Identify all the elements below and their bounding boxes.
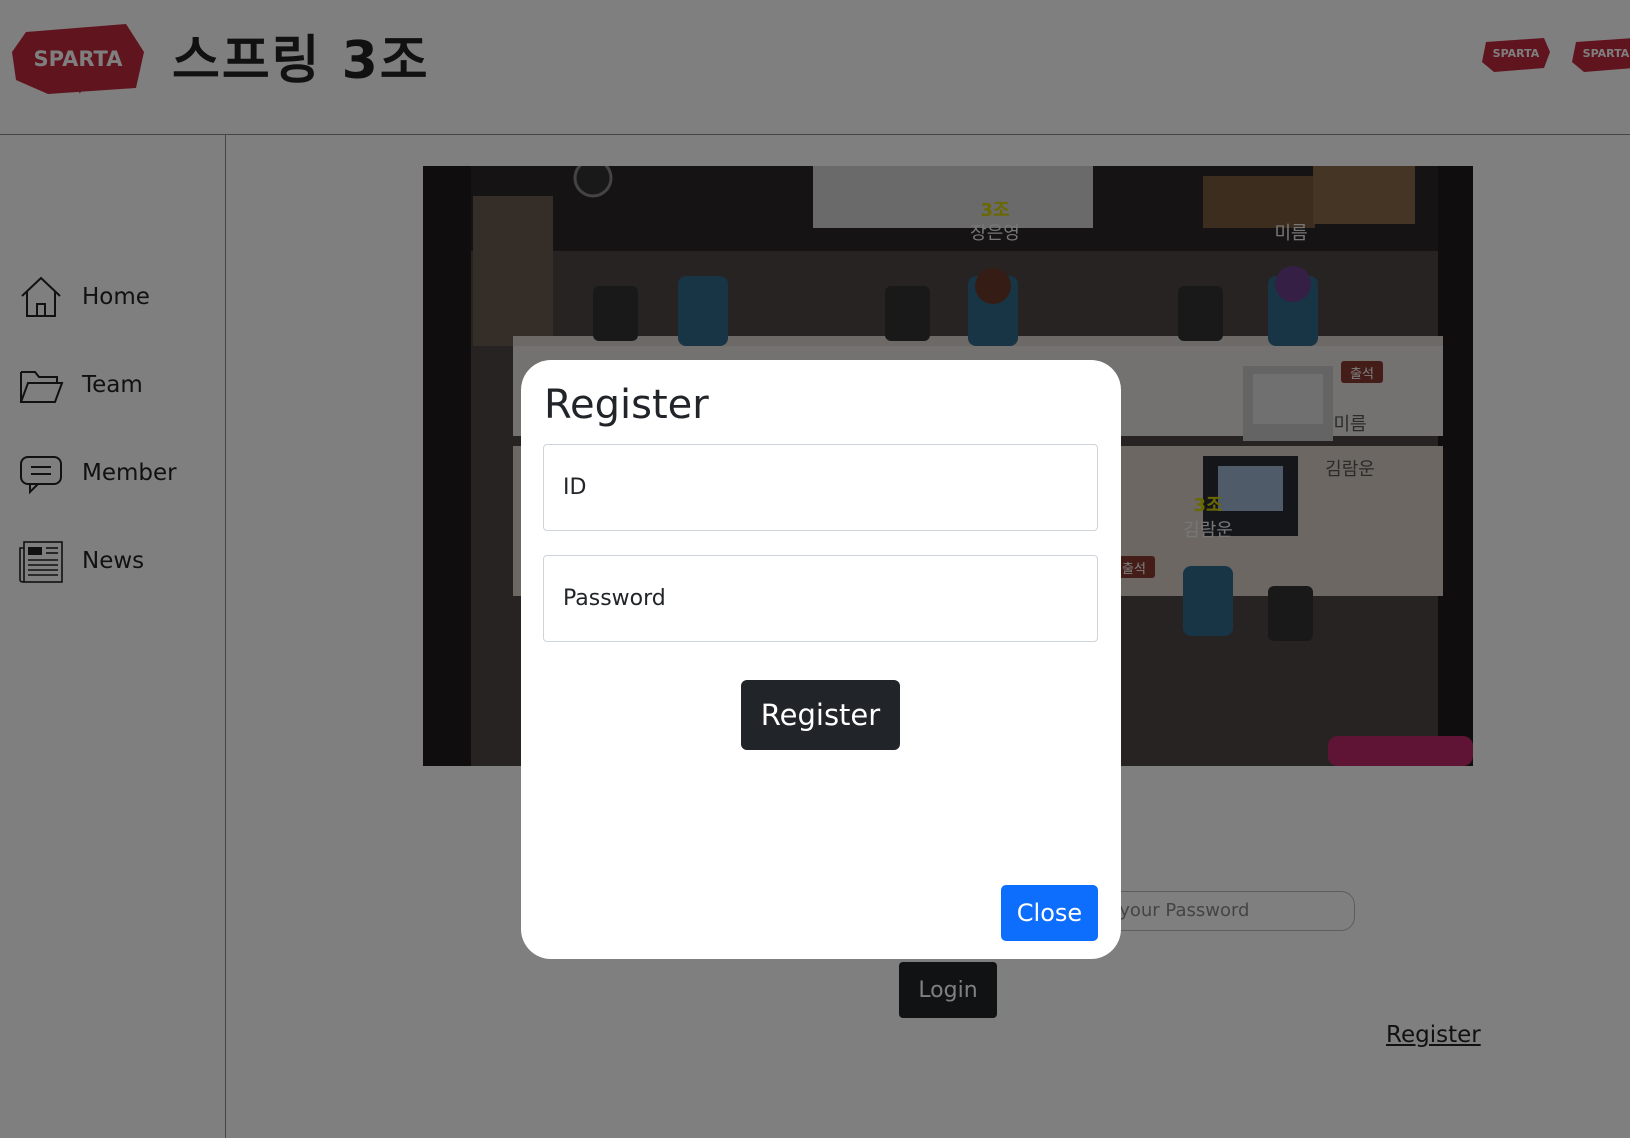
modal-title: Register [544,382,709,428]
id-input[interactable] [544,445,1097,530]
password-input[interactable] [544,556,1097,641]
password-field[interactable] [543,555,1098,642]
register-modal: Register Register Close [521,360,1121,959]
register-submit-button[interactable]: Register [741,680,900,750]
close-button[interactable]: Close [1001,885,1098,941]
id-field[interactable] [543,444,1098,531]
